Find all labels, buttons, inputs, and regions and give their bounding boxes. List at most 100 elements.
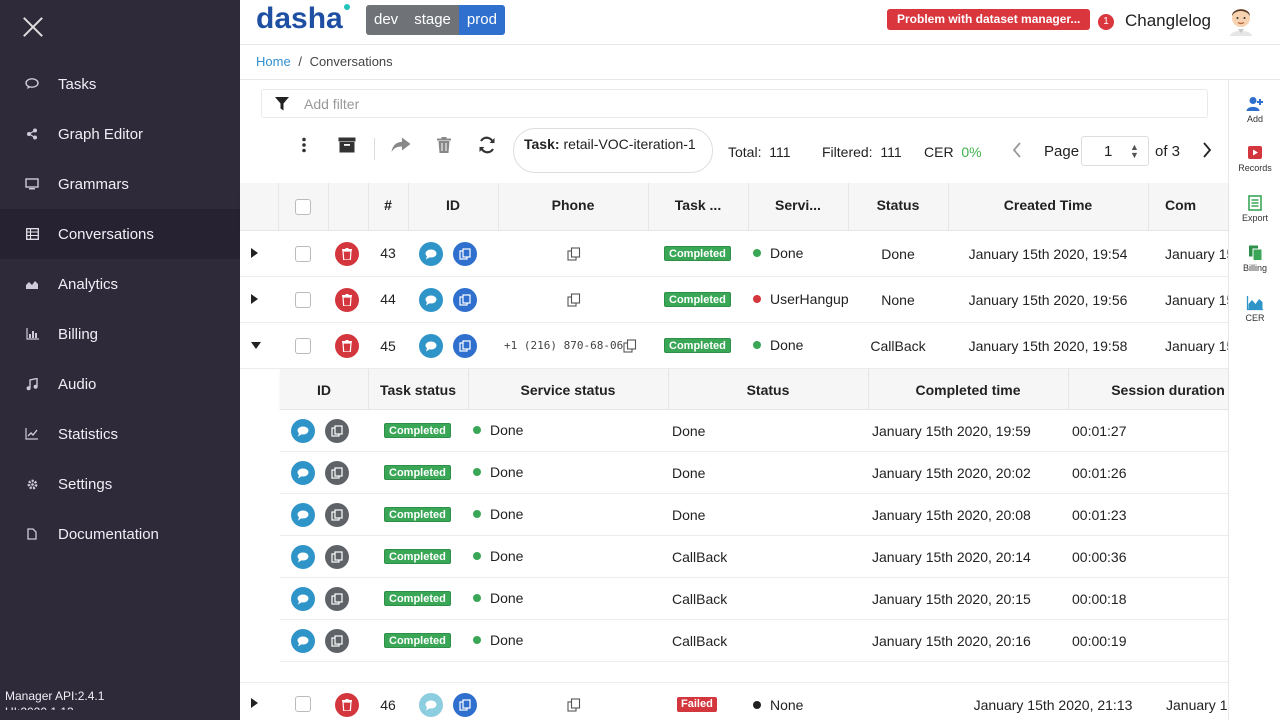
delete-button[interactable] [335,334,359,358]
row-checkbox[interactable] [295,338,311,354]
sidebar-item-statistics[interactable]: Statistics [0,409,240,459]
copy-id-button[interactable] [325,461,349,485]
expand-row-icon[interactable] [251,248,258,258]
env-prod[interactable]: prod [458,5,505,35]
column-header-phone[interactable]: Phone [498,197,648,213]
line-chart-icon [25,427,39,441]
copy-id-button[interactable] [453,693,477,717]
table-row[interactable]: 46 Failed None January 15th 2020, 21:13 … [240,683,1228,720]
chat-icon [425,700,437,710]
chat-button[interactable] [419,693,443,717]
subcolumn-header-session-duration[interactable]: Session duration [1068,382,1268,398]
subtable-row[interactable]: Completed Done Done January 15th 2020, 1… [280,410,1228,452]
close-icon[interactable] [22,16,44,38]
archive-icon[interactable] [338,137,356,153]
column-header-id[interactable]: ID [408,197,498,213]
subcolumn-header-service-status[interactable]: Service status [468,382,668,398]
sidebar-item-settings[interactable]: Settings [0,459,240,509]
spinner-icon[interactable]: ▲ ▼ [1130,143,1139,160]
delete-button[interactable] [335,693,359,717]
filter-input[interactable] [304,94,1184,114]
table-row[interactable]: 43 Completed Done Done January 15th 2020… [240,231,1228,277]
service-status-text: Done [490,506,524,522]
chat-button[interactable] [419,242,443,266]
column-header-number[interactable]: # [368,197,408,213]
table-row[interactable]: 44 Completed UserHangup None January 15t… [240,277,1228,323]
delete-button[interactable] [335,242,359,266]
subtable-row[interactable]: Completed Done Done January 15th 2020, 2… [280,494,1228,536]
trash-icon[interactable] [437,137,451,153]
chat-button[interactable] [291,587,315,611]
copy-id-button[interactable] [325,629,349,653]
chat-button[interactable] [291,545,315,569]
table-row-expanded[interactable]: 45 +1 (216) 870-68-06 Completed Done Cal… [240,323,1228,369]
area-chart-icon [25,277,39,291]
collapse-row-icon[interactable] [251,342,261,349]
breadcrumb-home[interactable]: Home [256,54,291,69]
chat-button[interactable] [291,461,315,485]
column-header-task-status[interactable]: Task ... [648,197,748,213]
copy-id-button[interactable] [453,334,477,358]
column-header-service-status[interactable]: Servi... [748,197,848,213]
env-dev[interactable]: dev [366,5,407,35]
avatar[interactable] [1227,4,1255,36]
rail-export-button[interactable]: Export [1229,195,1280,223]
row-checkbox[interactable] [295,246,311,262]
copy-id-button[interactable] [325,545,349,569]
chevron-left-icon[interactable] [1011,141,1023,159]
chat-button[interactable] [419,288,443,312]
row-checkbox[interactable] [295,292,311,308]
forward-icon[interactable] [391,137,411,153]
sidebar-item-grammars[interactable]: Grammars [0,159,240,209]
sidebar-item-analytics[interactable]: Analytics [0,259,240,309]
subcolumn-header-completed-time[interactable]: Completed time [868,382,1068,398]
more-vertical-icon[interactable] [300,137,308,153]
copy-id-button[interactable] [453,242,477,266]
copy-id-button[interactable] [325,587,349,611]
copy-phone-icon[interactable] [567,247,581,261]
changelog-link[interactable]: Changlelog [1125,11,1211,31]
subcolumn-header-id[interactable]: ID [280,382,368,398]
row-checkbox[interactable] [295,696,311,712]
rail-add-button[interactable]: Add [1229,96,1280,124]
env-stage[interactable]: stage [406,5,459,35]
copy-id-button[interactable] [325,419,349,443]
refresh-icon[interactable] [478,136,496,154]
subtable-row[interactable]: Completed Done CallBack January 15th 202… [280,620,1228,662]
copy-phone-icon[interactable] [567,293,581,307]
expand-row-icon[interactable] [251,698,258,708]
subcolumn-header-status[interactable]: Status [668,382,868,398]
sidebar-item-documentation[interactable]: Documentation [0,509,240,559]
rail-cer-button[interactable]: CER [1229,295,1280,323]
subcolumn-header-task-status[interactable]: Task status [368,382,468,398]
chat-button[interactable] [291,419,315,443]
select-all-checkbox[interactable] [295,199,311,215]
sidebar-item-tasks[interactable]: Tasks [0,59,240,109]
sidebar-item-audio[interactable]: Audio [0,359,240,409]
sidebar-item-graph-editor[interactable]: Graph Editor [0,109,240,159]
column-header-created-time[interactable]: Created Time [948,197,1148,213]
rail-billing-button[interactable]: Billing [1229,245,1280,273]
chat-button[interactable] [291,629,315,653]
subtable-row[interactable]: Completed Done CallBack January 15th 202… [280,578,1228,620]
task-selector[interactable]: Task: retail-VOC-iteration-1 [513,128,713,173]
expand-row-icon[interactable] [251,294,258,304]
subtable-row[interactable]: Completed Done CallBack January 15th 202… [280,536,1228,578]
delete-button[interactable] [335,288,359,312]
chat-button[interactable] [291,503,315,527]
copy-phone-icon[interactable] [567,698,581,712]
column-header-status[interactable]: Status [848,197,948,213]
sidebar-item-conversations[interactable]: Conversations [0,209,240,259]
chevron-right-icon[interactable] [1201,141,1213,159]
rail-records-button[interactable]: Records [1229,145,1280,173]
alert-badge[interactable]: Problem with dataset manager... [887,9,1091,30]
copy-id-button[interactable] [325,503,349,527]
chat-button[interactable] [419,334,443,358]
logo[interactable]: dasha [256,2,350,36]
copy-id-button[interactable] [453,288,477,312]
page-number-input[interactable]: 1 ▲ ▼ [1081,136,1149,166]
column-header-completed-time[interactable]: Com [1165,197,1228,213]
subtable-row[interactable]: Completed Done Done January 15th 2020, 2… [280,452,1228,494]
copy-phone-icon[interactable] [623,339,637,353]
sidebar-item-billing[interactable]: Billing [0,309,240,359]
